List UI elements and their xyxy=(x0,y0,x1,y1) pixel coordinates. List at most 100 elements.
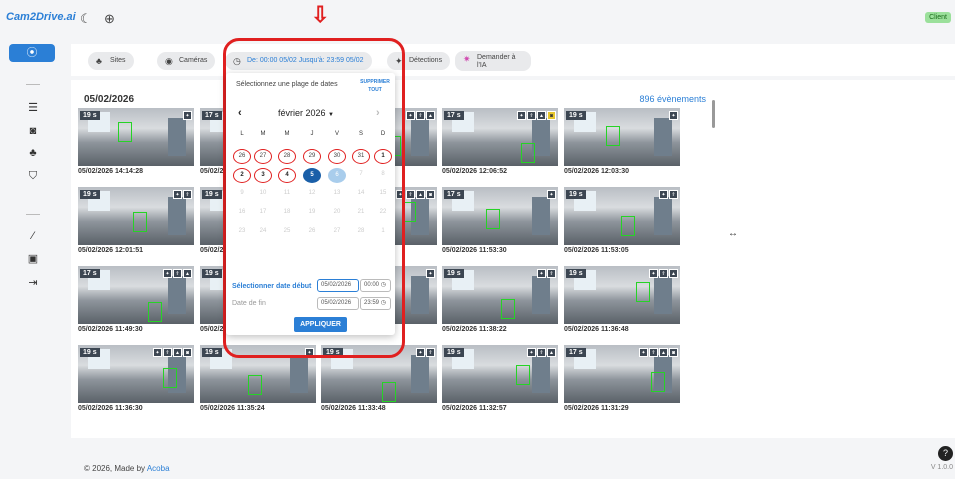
sites-icon[interactable]: ♣ xyxy=(26,146,40,160)
calendar-day[interactable]: 6 xyxy=(328,168,346,183)
calendar-day[interactable]: 27 xyxy=(254,149,272,164)
detection-tag-icon: ⇑ xyxy=(547,269,556,278)
calendar-day[interactable]: 5 xyxy=(303,168,321,183)
calendar-day[interactable]: 9 xyxy=(233,187,251,202)
event-card[interactable]: 19 s ✦ ⇑ 05/02/2026 11:53:05 xyxy=(564,187,680,254)
calendar-day[interactable]: 26 xyxy=(233,149,251,164)
event-thumbnail[interactable]: 19 s ✦ ⇑ xyxy=(442,266,558,324)
ask-ai-button[interactable]: ✷ Demander à l'IA xyxy=(455,51,531,71)
event-card[interactable]: 19 s ✦ 05/02/2026 14:14:28 xyxy=(78,108,194,175)
calendar-day[interactable]: 17 xyxy=(254,206,272,221)
event-thumbnail[interactable]: 17 s ✦ ⇑ ▲ ◙ xyxy=(442,108,558,166)
event-thumbnail[interactable]: 19 s ✦⇑▲◙ xyxy=(78,345,194,403)
detection-tags: ✦⇑▲ xyxy=(649,269,678,278)
event-thumbnail[interactable]: 17 s ✦ ⇑ ▲ xyxy=(78,266,194,324)
start-time-input[interactable]: 00:00 ◷ xyxy=(360,279,391,292)
sites-filter-button[interactable]: ♣ Sites xyxy=(88,52,134,70)
app-logo[interactable]: Cam2Drive.ai xyxy=(6,11,76,23)
event-card[interactable]: 19 s ✦ ⇑ 05/02/2026 11:38:22 xyxy=(442,266,558,333)
detection-tag-icon: ▲ xyxy=(183,269,192,278)
globe-icon[interactable]: ⊕ xyxy=(104,11,115,27)
calendar-day[interactable]: 1 xyxy=(374,149,392,164)
detection-tags: ✦ xyxy=(547,190,556,199)
calendar-day[interactable]: 23 xyxy=(233,225,251,240)
camera-icon[interactable]: ◙ xyxy=(26,124,40,138)
end-date-input[interactable]: 05/02/2026 xyxy=(317,297,359,310)
lock-icon[interactable]: ▣ xyxy=(26,252,40,266)
calendar-day[interactable]: 15 xyxy=(374,187,392,202)
event-card[interactable]: 17 s ✦ ⇑ ▲ ◙ 05/02/2026 11:31:29 xyxy=(564,345,680,412)
scrollbar[interactable] xyxy=(712,100,715,128)
detection-tags: ✦⇑▲ xyxy=(163,269,192,278)
calendar-day[interactable]: 22 xyxy=(374,206,392,221)
calendar-day[interactable]: 14 xyxy=(352,187,370,202)
calendar-day[interactable]: 1 xyxy=(374,225,392,240)
help-icon[interactable]: ? xyxy=(938,446,953,461)
detection-box xyxy=(163,368,177,388)
detection-tag-icon: ✦ xyxy=(426,269,435,278)
calendar-day[interactable]: 28 xyxy=(352,225,370,240)
event-card[interactable]: 19 s ✦ ⇑ 05/02/2026 12:01:51 xyxy=(78,187,194,254)
calendar-day[interactable]: 29 xyxy=(303,149,321,164)
event-thumbnail[interactable]: 19 s ✦⇑▲ xyxy=(442,345,558,403)
calendar-day[interactable]: 11 xyxy=(278,187,296,202)
list-icon[interactable]: ☰ xyxy=(26,101,40,115)
detection-tag-icon: ✦ xyxy=(406,111,415,120)
footer-link[interactable]: Acoba xyxy=(147,464,170,473)
calendar-day[interactable]: 28 xyxy=(278,149,296,164)
detection-tag-icon: ⇑ xyxy=(659,269,668,278)
calendar-day[interactable]: 7 xyxy=(352,168,370,183)
clear-all-button[interactable]: SUPPRIMER TOUT xyxy=(358,78,392,94)
event-thumbnail[interactable]: 19 s ✦ xyxy=(564,108,680,166)
calendar-day[interactable]: 24 xyxy=(254,225,272,240)
detection-tag-icon: ⇑ xyxy=(669,190,678,199)
shield-icon[interactable]: ⛉ xyxy=(26,169,40,183)
calendar-day[interactable]: 26 xyxy=(303,225,321,240)
calendar-day[interactable]: 31 xyxy=(352,149,370,164)
calendar-day[interactable]: 13 xyxy=(328,187,346,202)
calendar-day[interactable]: 3 xyxy=(254,168,272,183)
event-thumbnail[interactable]: 19 s ✦⇑▲ xyxy=(564,266,680,324)
prev-month-icon[interactable]: ‹ xyxy=(238,107,242,119)
event-card[interactable]: 17 s ✦ ⇑ ▲ 05/02/2026 11:49:30 xyxy=(78,266,194,333)
end-time-input[interactable]: 23:59 ◷ xyxy=(360,297,391,310)
duration-label: 19 s xyxy=(202,348,222,357)
event-thumbnail[interactable]: 19 s ✦ xyxy=(78,108,194,166)
event-thumbnail[interactable]: 19 s ✦ ⇑ xyxy=(564,187,680,245)
event-card[interactable]: 19 s ✦ ⇑ ▲ 05/02/2026 11:32:57 xyxy=(442,345,558,412)
event-card[interactable]: 17 s ✦ 05/02/2026 11:53:30 xyxy=(442,187,558,254)
event-card[interactable]: 19 s ✦ ⇑ ▲ 05/02/2026 11:36:48 xyxy=(564,266,680,333)
calendar-day[interactable]: 8 xyxy=(374,168,392,183)
logout-icon[interactable]: ⇥ xyxy=(26,276,40,290)
event-card[interactable]: 19 s ✦ 05/02/2026 12:03:30 xyxy=(564,108,680,175)
apply-button[interactable]: APPLIQUER xyxy=(294,317,347,332)
calendar-day[interactable]: 2 xyxy=(233,168,251,183)
calendar-day[interactable]: 19 xyxy=(303,206,321,221)
event-thumbnail[interactable]: 17 s ✦ ⇑ ▲ ◙ xyxy=(564,345,680,403)
calendar-day[interactable]: 16 xyxy=(233,206,251,221)
calendar-day[interactable]: 18 xyxy=(278,206,296,221)
moon-icon[interactable]: ☾ xyxy=(80,11,92,27)
brush-icon[interactable]: ⁄ xyxy=(26,229,40,243)
event-thumbnail[interactable]: 19 s ✦ ⇑ xyxy=(78,187,194,245)
calendar-day[interactable]: 30 xyxy=(328,149,346,164)
start-date-input[interactable]: 05/02/2026 xyxy=(317,279,359,292)
dashboard-icon[interactable]: ⦿ xyxy=(9,44,55,62)
next-month-icon[interactable]: › xyxy=(376,107,380,119)
calendar-day[interactable]: 27 xyxy=(328,225,346,240)
calendar-day[interactable]: 10 xyxy=(254,187,272,202)
calendar-day[interactable]: 12 xyxy=(303,187,321,202)
event-card[interactable]: 19 s ✦ ⇑ ▲ ◙ 05/02/2026 11:36:30 xyxy=(78,345,194,412)
calendar-day[interactable]: 21 xyxy=(352,206,370,221)
calendar-day[interactable]: 25 xyxy=(278,225,296,240)
annotation-arrow-icon: ⇩ xyxy=(311,2,330,27)
resize-handle-icon[interactable]: ↔ xyxy=(728,228,738,239)
calendar-day[interactable]: 4 xyxy=(278,168,296,183)
event-card[interactable]: 17 s ✦ ⇑ ▲ ◙ 05/02/2026 12:06:52 xyxy=(442,108,558,175)
cameras-filter-button[interactable]: ◉ Caméras xyxy=(157,52,216,70)
month-select[interactable]: février 2026 ▼ xyxy=(278,108,334,118)
calendar-day[interactable]: 20 xyxy=(328,206,346,221)
weekday-label: M xyxy=(260,131,266,137)
event-thumbnail[interactable]: 17 s ✦ xyxy=(442,187,558,245)
client-badge[interactable]: Client xyxy=(925,12,951,23)
